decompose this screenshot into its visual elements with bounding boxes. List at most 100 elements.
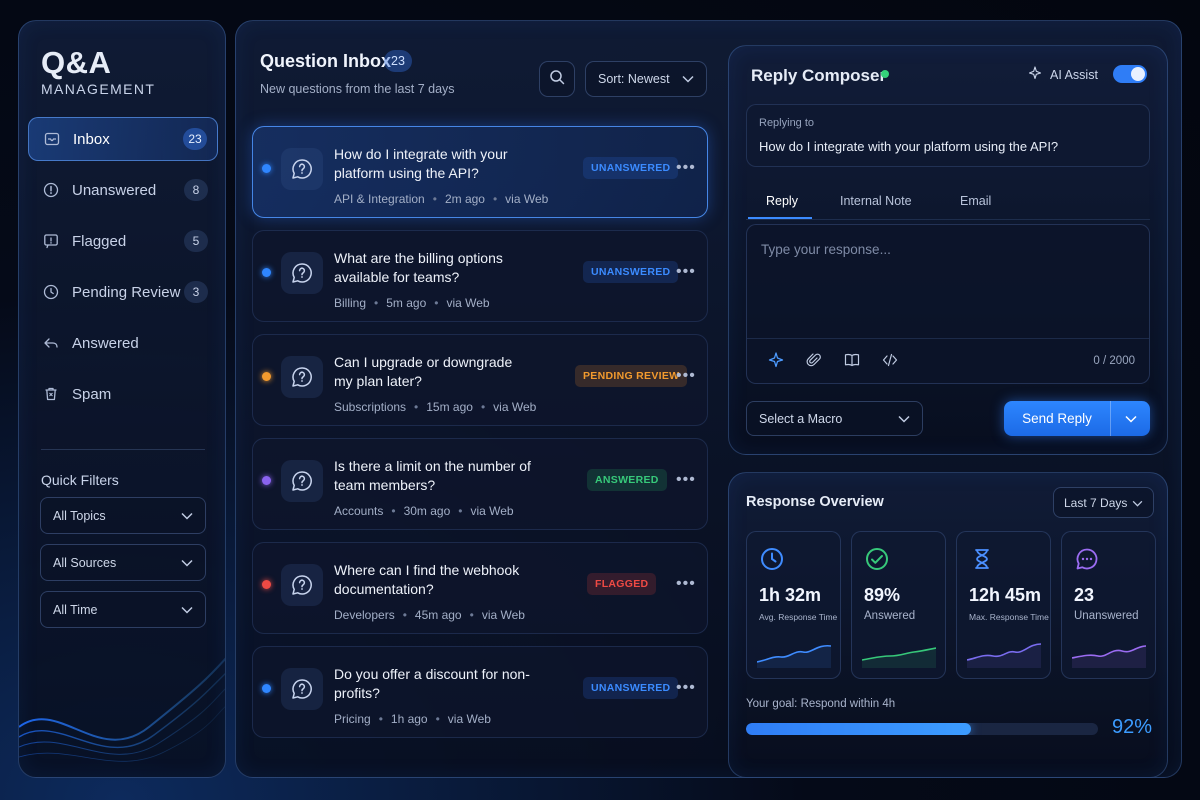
question-meta: Pricing • 1h ago • via Web bbox=[334, 712, 491, 726]
status-badge: UNANSWERED bbox=[583, 261, 679, 283]
goal-label: Your goal: Respond within 4h bbox=[746, 698, 896, 710]
question-meta: Billing • 5m ago • via Web bbox=[334, 296, 490, 310]
chevron-down-icon bbox=[181, 556, 193, 570]
sidebar-divider bbox=[41, 449, 205, 450]
send-reply-button[interactable]: Send Reply bbox=[1004, 401, 1111, 436]
meta-separator: • bbox=[469, 608, 474, 622]
replying-to-box: Replying to How do I integrate with your… bbox=[746, 104, 1150, 167]
reply-composer-panel: Reply Composer AI Assist Replying to How… bbox=[728, 45, 1168, 455]
topic-filter-value: All Topics bbox=[53, 508, 106, 523]
meta-separator: • bbox=[391, 504, 396, 518]
source-filter-select[interactable]: All Sources bbox=[40, 544, 206, 581]
status-badge: PENDING REVIEW bbox=[575, 365, 688, 387]
sidebar-item-label: Spam bbox=[72, 385, 112, 403]
date-range-select[interactable]: Last 7 Days bbox=[1053, 487, 1154, 518]
search-button[interactable] bbox=[539, 61, 575, 97]
ai-sparkle-button[interactable] bbox=[767, 351, 785, 371]
check-circle-icon bbox=[864, 546, 890, 572]
stat-card-avg-response: 1h 32m Avg. Response Time bbox=[746, 531, 841, 679]
sidebar-item-unanswered[interactable]: Unanswered 8 bbox=[28, 168, 218, 212]
sidebar-item-label: Inbox bbox=[73, 130, 110, 148]
question-card[interactable]: How do I integrate with your platform us… bbox=[252, 126, 708, 218]
question-source: via Web bbox=[470, 504, 514, 518]
code-button[interactable] bbox=[881, 353, 899, 371]
meta-separator: • bbox=[435, 712, 440, 726]
question-icon bbox=[281, 148, 323, 190]
question-topic: Pricing bbox=[334, 712, 371, 726]
sidebar-item-inbox[interactable]: Inbox 23 bbox=[28, 117, 218, 161]
question-topic: Accounts bbox=[334, 504, 384, 518]
sidebar-item-flagged[interactable]: Flagged 5 bbox=[28, 219, 218, 263]
tab-email[interactable]: Email bbox=[960, 194, 991, 208]
question-title: Is there a limit on the number of team m… bbox=[334, 458, 531, 493]
sidebar-item-label: Unanswered bbox=[72, 181, 157, 199]
hourglass-icon bbox=[969, 546, 995, 572]
sidebar-item-count: 8 bbox=[184, 179, 208, 201]
question-icon bbox=[281, 668, 323, 710]
status-dot bbox=[262, 476, 271, 485]
sidebar: Q&A MANAGEMENT Inbox 23 Unanswered 8 Fla… bbox=[18, 20, 226, 778]
sort-label: Sort: Newest bbox=[598, 72, 670, 86]
more-options-icon[interactable]: ••• bbox=[676, 367, 696, 385]
more-options-icon[interactable]: ••• bbox=[676, 575, 696, 593]
sparkline bbox=[1072, 645, 1146, 668]
goal-progress-fill bbox=[746, 723, 972, 735]
stat-label: Max. Response Time bbox=[969, 612, 1049, 622]
meta-separator: • bbox=[374, 296, 379, 310]
question-topic: Billing bbox=[334, 296, 367, 310]
inbox-count-badge: 23 bbox=[384, 50, 412, 72]
inbox-title: Question Inbox bbox=[260, 51, 392, 71]
chevron-down-icon bbox=[181, 603, 193, 617]
question-card[interactable]: Do you offer a discount for non-profits?… bbox=[252, 646, 708, 738]
clock-icon bbox=[42, 283, 60, 301]
sort-dropdown[interactable]: Sort: Newest bbox=[585, 61, 707, 97]
question-card[interactable]: Can I upgrade or downgrade my plan later… bbox=[252, 334, 708, 426]
sidebar-item-spam[interactable]: Spam bbox=[28, 372, 218, 416]
response-editor[interactable]: Type your response... 0 / 2000 bbox=[746, 224, 1150, 384]
question-card[interactable]: What are the billing options available f… bbox=[252, 230, 708, 322]
question-meta: Accounts • 30m ago • via Web bbox=[334, 504, 514, 518]
macro-select[interactable]: Select a Macro bbox=[746, 401, 923, 436]
sidebar-item-answered[interactable]: Answered bbox=[28, 321, 218, 365]
online-status-dot bbox=[881, 70, 889, 78]
sparkline bbox=[967, 643, 1041, 668]
question-title: Do you offer a discount for non-profits? bbox=[334, 666, 530, 701]
chevron-down-icon bbox=[1124, 410, 1137, 428]
flag-icon bbox=[42, 232, 60, 250]
stat-value: 12h 45m bbox=[969, 585, 1042, 605]
meta-separator: • bbox=[434, 296, 439, 310]
tab-reply[interactable]: Reply bbox=[766, 194, 798, 208]
more-options-icon[interactable]: ••• bbox=[676, 471, 696, 489]
more-options-icon[interactable]: ••• bbox=[676, 263, 696, 281]
meta-separator: • bbox=[458, 504, 463, 518]
more-options-icon[interactable]: ••• bbox=[676, 679, 696, 697]
toggle-knob bbox=[1131, 67, 1145, 81]
replying-to-label: Replying to bbox=[759, 117, 815, 129]
code-icon bbox=[882, 352, 898, 373]
question-meta: Subscriptions • 15m ago • via Web bbox=[334, 400, 536, 414]
stat-value: 23 bbox=[1074, 585, 1095, 605]
question-time: 30m ago bbox=[403, 504, 451, 518]
sidebar-item-pending-review[interactable]: Pending Review 3 bbox=[28, 270, 218, 314]
question-card[interactable]: Where can I find the webhook documentati… bbox=[252, 542, 708, 634]
inbox-icon bbox=[43, 130, 61, 148]
question-source: via Web bbox=[493, 400, 537, 414]
attach-button[interactable] bbox=[805, 352, 823, 371]
question-title: What are the billing options available f… bbox=[334, 250, 503, 285]
ai-assist-toggle[interactable] bbox=[1113, 65, 1147, 83]
chevron-down-icon bbox=[1132, 496, 1143, 510]
topic-filter-select[interactable]: All Topics bbox=[40, 497, 206, 534]
stat-card-answered: 89% Answered bbox=[851, 531, 946, 679]
question-card[interactable]: Is there a limit on the number of team m… bbox=[252, 438, 708, 530]
more-options-icon[interactable]: ••• bbox=[676, 159, 696, 177]
tab-internal-note[interactable]: Internal Note bbox=[840, 194, 912, 208]
status-badge: UNANSWERED bbox=[583, 157, 679, 179]
question-topic: Subscriptions bbox=[334, 400, 407, 414]
knowledge-base-button[interactable] bbox=[843, 353, 861, 371]
stat-value: 1h 32m bbox=[759, 585, 822, 605]
stat-label: Avg. Response Time bbox=[759, 612, 838, 622]
meta-separator: • bbox=[402, 608, 407, 622]
book-icon bbox=[844, 352, 860, 373]
source-filter-value: All Sources bbox=[53, 555, 117, 570]
send-options-button[interactable] bbox=[1111, 401, 1150, 436]
